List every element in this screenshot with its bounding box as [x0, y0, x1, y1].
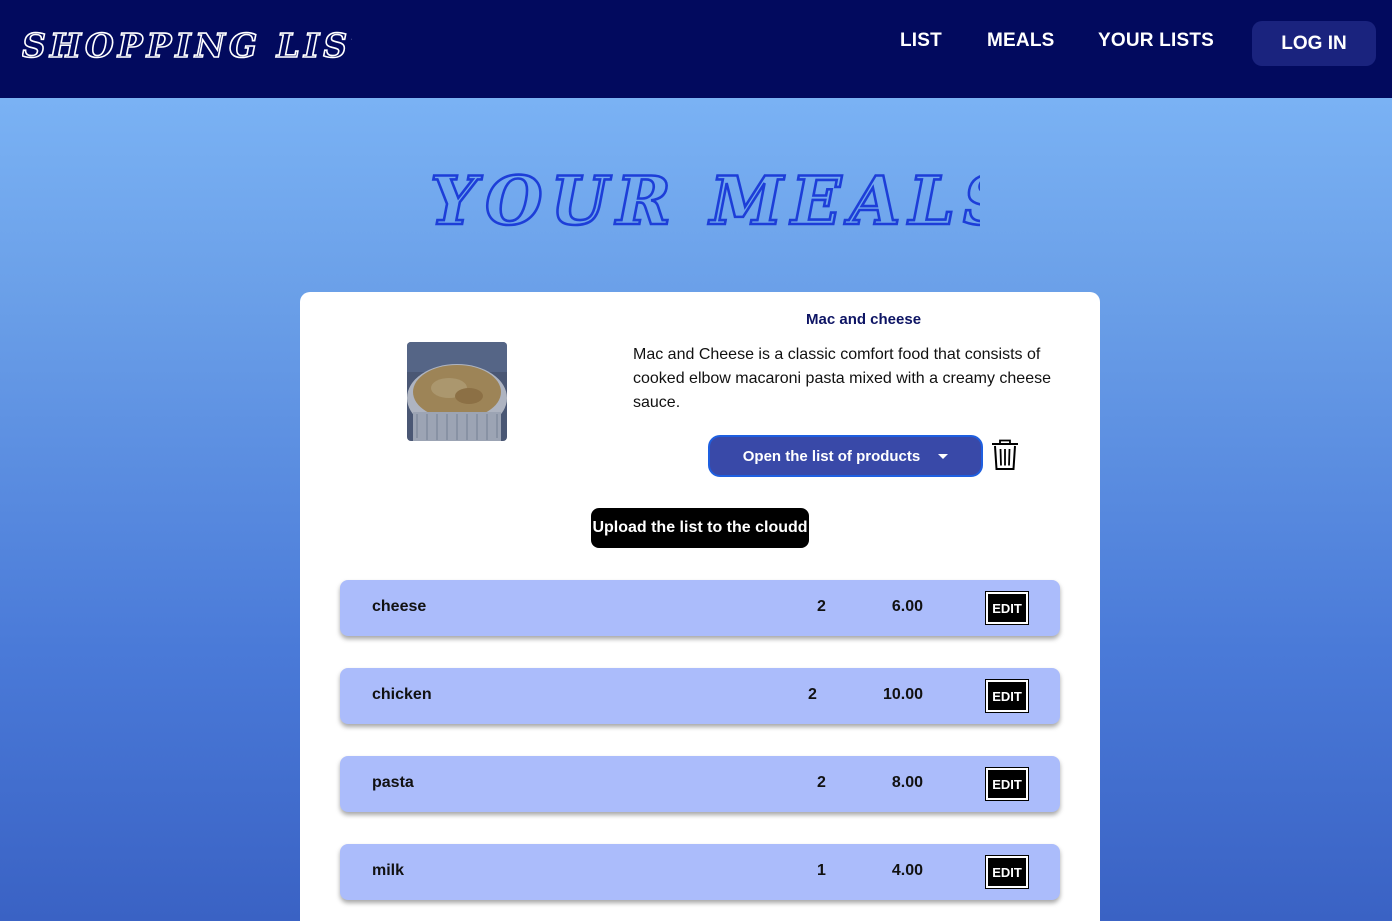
product-row: pasta 2 8.00 EDIT [340, 756, 1060, 812]
meal-description: Mac and Cheese is a classic comfort food… [633, 346, 1051, 411]
product-price: 8.00 [891, 774, 923, 791]
app-logo[interactable]: SHOPPING LIST [22, 22, 352, 66]
nav-link-your-lists[interactable]: YOUR LISTS [1098, 30, 1214, 52]
product-quantity: 2 [817, 598, 826, 615]
top-navbar: SHOPPING LIST LIST MEALS YOUR LISTS LOG … [0, 0, 1392, 98]
login-button[interactable]: LOG IN [1252, 21, 1376, 66]
product-name: cheese [372, 598, 427, 615]
nav-link-list[interactable]: LIST [900, 30, 942, 52]
page-title: YOUR MEALS [429, 161, 980, 238]
product-quantity: 2 [808, 686, 817, 703]
edit-button[interactable]: EDIT [985, 767, 1029, 801]
trash-icon[interactable] [990, 439, 1020, 471]
open-products-label: Open the list of products [742, 447, 921, 465]
edit-button[interactable]: EDIT [985, 591, 1029, 625]
product-row: milk 1 4.00 EDIT [340, 844, 1060, 900]
nav-link-meals[interactable]: MEALS [987, 30, 1055, 52]
product-quantity: 2 [817, 774, 826, 791]
product-price: 4.00 [891, 862, 923, 879]
product-price: 6.00 [891, 598, 923, 615]
edit-button[interactable]: EDIT [985, 679, 1029, 713]
product-row: cheese 2 6.00 EDIT [340, 580, 1060, 636]
meal-image [407, 342, 507, 441]
upload-to-cloud-button[interactable]: Upload the list to the cloudd [591, 508, 809, 548]
product-price: 10.00 [882, 686, 923, 703]
page-title-text: YOUR MEALS [430, 162, 980, 238]
caret-down-icon [938, 453, 949, 459]
product-row: chicken 2 10.00 EDIT [340, 668, 1060, 724]
product-name: pasta [372, 774, 414, 791]
product-name: milk [372, 862, 405, 879]
app-logo-text: SHOPPING LIST [22, 26, 352, 65]
product-quantity: 1 [817, 862, 826, 879]
product-name: chicken [372, 686, 432, 703]
meal-name: Mac and cheese [806, 311, 922, 328]
meal-card: Mac and cheese Mac and Cheese is a class… [300, 292, 1100, 921]
open-products-dropdown[interactable]: Open the list of products [708, 435, 983, 477]
edit-button[interactable]: EDIT [985, 855, 1029, 889]
